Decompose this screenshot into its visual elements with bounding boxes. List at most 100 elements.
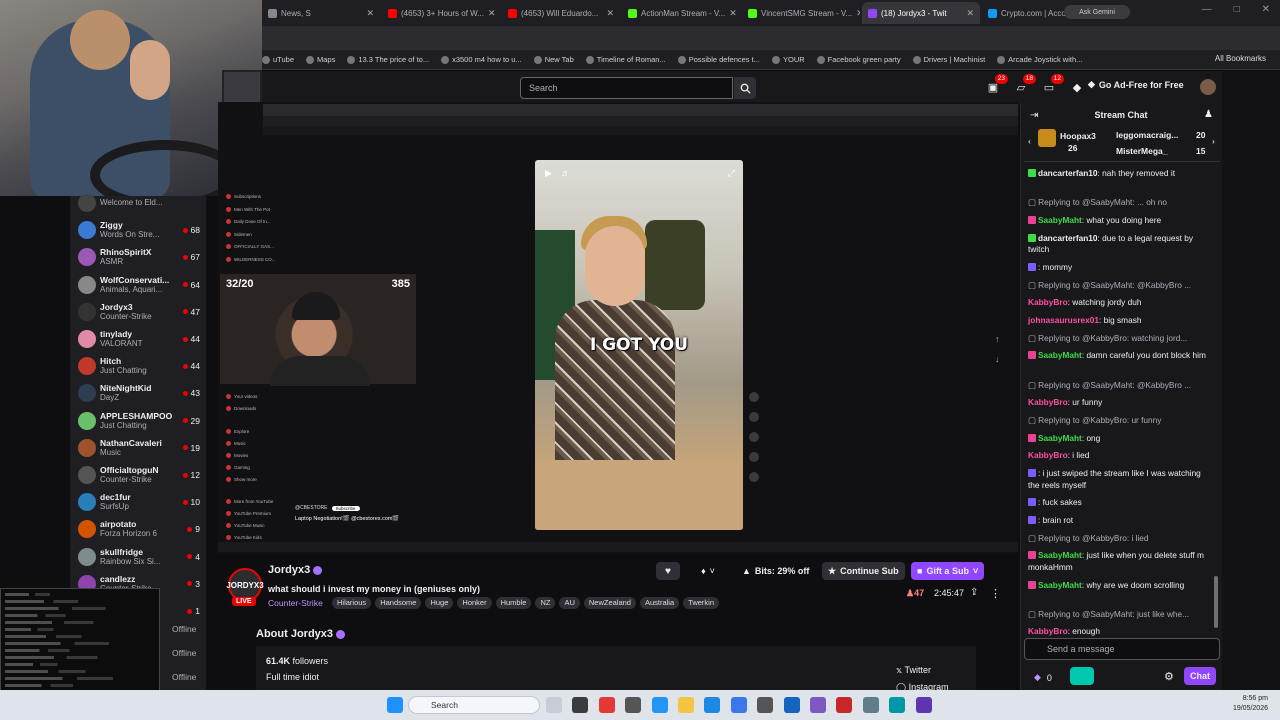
taskbar-app-icon[interactable] [678, 697, 694, 713]
taskbar-app-icon[interactable] [862, 697, 879, 713]
browser-tab[interactable]: ActionMan Stream - V... ✕ [622, 2, 740, 24]
bookmark-item[interactable]: 13.3 The price of to... [347, 55, 429, 64]
channel-points[interactable]: ◆ 0 [1034, 672, 1052, 683]
sidebar-channel[interactable]: Hitch Just Chatting 44 [78, 353, 200, 379]
taskbar-app-icon[interactable] [889, 697, 906, 713]
sidebar-channel[interactable]: tinylady VALORANT 44 [78, 326, 200, 352]
bookmark-item[interactable]: Timeline of Roman... [585, 55, 666, 64]
whispers-icon[interactable]: ▭ 12 [1042, 74, 1064, 94]
stream-tag[interactable]: Handsome [375, 597, 422, 609]
chat-input[interactable]: Send a message [1024, 638, 1220, 660]
bookmark-item[interactable]: uTube [262, 55, 294, 64]
chat-username[interactable]: johnasaurusrex01 [1028, 315, 1099, 325]
drops-icon[interactable]: ▱ 18 [1014, 74, 1036, 94]
sidebar-channel[interactable]: Welcome to Eld... [78, 190, 200, 216]
chevron-left-icon[interactable]: ‹ [1028, 136, 1031, 146]
crown-icon[interactable]: ◆ [1070, 80, 1084, 94]
all-bookmarks-link[interactable]: All Bookmarks [1215, 54, 1266, 63]
taskbar-app-icon[interactable] [836, 697, 853, 713]
browser-tab[interactable]: News, S ✕ [262, 2, 380, 24]
taskbar-app-icon[interactable] [651, 697, 668, 713]
chevron-right-icon[interactable]: › [1212, 136, 1215, 146]
sidebar-channel[interactable]: dec1fur SurfsUp 10 [78, 489, 200, 515]
chat-username[interactable]: SaabyMaht [1038, 215, 1082, 225]
taskbar-app-icon[interactable] [783, 697, 800, 713]
more-options-icon[interactable]: ⋮ [990, 587, 1001, 600]
sidebar-channel[interactable]: airpotato Forza Horizon 6 9 [78, 516, 200, 542]
bookmark-item[interactable]: YOUR [771, 55, 805, 64]
user-avatar[interactable] [1200, 79, 1216, 95]
follow-button[interactable]: ♥ [656, 562, 680, 580]
bookmark-item[interactable]: Maps [306, 55, 335, 64]
stream-tag[interactable]: Honker [457, 597, 492, 609]
search-button[interactable] [734, 77, 756, 99]
sidebar-channel[interactable]: NiteNightKid DayZ 43 [78, 380, 200, 406]
sidebar-channel[interactable]: skullfridge Rainbow Six Si... 4 [78, 544, 200, 570]
browser-tab[interactable]: (4653) Will Eduardo... ✕ [502, 2, 620, 24]
taskbar-app-icon[interactable] [704, 697, 721, 713]
chat-username[interactable]: SaabyMaht [1038, 433, 1082, 443]
chat-username[interactable]: dancarterfan10 [1038, 233, 1098, 243]
gift-sub-button[interactable]: ■ Gift a Sub ˅ [911, 562, 985, 580]
stream-tag[interactable]: AU [559, 597, 580, 609]
taskbar-app-icon[interactable] [915, 697, 932, 713]
tab-close-icon[interactable]: ✕ [856, 8, 860, 19]
stream-tag[interactable]: NewZealand [583, 597, 636, 609]
chat-username[interactable]: SaabyMaht [1038, 580, 1082, 590]
sidebar-channel[interactable]: WolfConservati... Animals, Aquari... 64 [78, 272, 200, 298]
taskbar-app-icon[interactable] [730, 697, 747, 713]
maximize-icon[interactable]: □ [1234, 4, 1240, 15]
sidebar-channel[interactable]: Jordyx3 Counter-Strike 47 [78, 299, 200, 325]
browser-tab[interactable]: (4653) 3+ Hours of W... ✕ [382, 2, 500, 24]
stream-tag[interactable]: NZ [535, 597, 556, 609]
stream-tag[interactable]: Hilarious [332, 597, 372, 609]
go-ad-free-button[interactable]: ◆ Go Ad-Free for Free [1088, 79, 1184, 90]
channel-name[interactable]: Jordyx3 [268, 564, 323, 576]
start-icon[interactable] [387, 697, 403, 713]
tab-close-icon[interactable]: ✕ [729, 8, 737, 19]
bookmark-item[interactable]: Facebook green party [816, 55, 901, 64]
chat-username[interactable]: KabbyBro [1028, 297, 1068, 307]
close-icon[interactable]: ✕ [1262, 4, 1270, 15]
bookmark-item[interactable]: x3500 m4 how to u... [441, 55, 522, 64]
gear-icon[interactable]: ⚙ [1164, 670, 1174, 683]
chat-username[interactable]: dancarterfan10 [1038, 168, 1098, 178]
browser-tab[interactable]: VincentSMG Stream - V... ✕ [742, 2, 860, 24]
chat-users-icon[interactable]: ♟ [1204, 109, 1213, 120]
category-link[interactable]: Counter-Strike [268, 598, 323, 608]
stream-tag[interactable]: Humble [495, 597, 532, 609]
notifications-button[interactable]: ♦ ˅ [690, 562, 726, 580]
taskbar-app-icon[interactable] [546, 697, 562, 713]
chat-username[interactable]: KabbyBro [1028, 450, 1068, 460]
stream-tag[interactable]: Twerkin [683, 597, 719, 609]
continue-sub-button[interactable]: ★ Continue Sub [822, 562, 905, 580]
bookmark-item[interactable]: Drivers | Machinist [912, 55, 985, 64]
bookmark-item[interactable]: Possible defences t... [677, 55, 760, 64]
sidebar-channel[interactable]: Ziggy Words On Stre... 68 [78, 217, 200, 243]
sidebar-channel[interactable]: RhinoSpiritX ASMR 67 [78, 244, 200, 270]
minimize-icon[interactable]: — [1202, 4, 1212, 15]
tab-close-icon[interactable]: ✕ [606, 8, 614, 19]
browser-tab[interactable]: (18) Jordyx3 - Twit ✕ [862, 2, 980, 24]
taskbar-app-icon[interactable] [757, 697, 774, 713]
inbox-icon[interactable]: ▣ 23 [986, 74, 1008, 94]
chat-username[interactable]: SaabyMaht [1038, 550, 1082, 560]
tab-close-icon[interactable]: ✕ [366, 8, 374, 19]
search-input[interactable]: Search [520, 77, 733, 99]
ask-gemini-button[interactable]: Ask Gemini [1064, 5, 1130, 19]
chat-username[interactable]: SaabyMaht [1038, 350, 1082, 360]
sidebar-channel[interactable]: APPLESHAMPOO Just Chatting 29 [78, 408, 200, 434]
stream-tag[interactable]: Australia [639, 597, 680, 609]
tab-close-icon[interactable]: ✕ [488, 8, 496, 19]
bits-button[interactable]: ▲ Bits: 29% off [736, 562, 815, 580]
sidebar-channel[interactable]: NathanCavaleri Music 19 [78, 435, 200, 461]
twitter-link[interactable]: 𝕩 Twitter [896, 665, 931, 676]
stream-tag[interactable]: Huge [425, 597, 454, 609]
chat-send-button[interactable]: Chat [1184, 667, 1216, 685]
tab-close-icon[interactable]: ✕ [966, 8, 974, 19]
chat-username[interactable]: KabbyBro [1028, 626, 1068, 636]
bookmark-item[interactable]: Arcade Joystick with... [997, 55, 1082, 64]
bookmark-item[interactable]: New Tab [533, 55, 574, 64]
chat-scrollbar[interactable] [1214, 576, 1218, 628]
sidebar-channel[interactable]: OfficialtopguN Counter-Strike 12 [78, 462, 200, 488]
